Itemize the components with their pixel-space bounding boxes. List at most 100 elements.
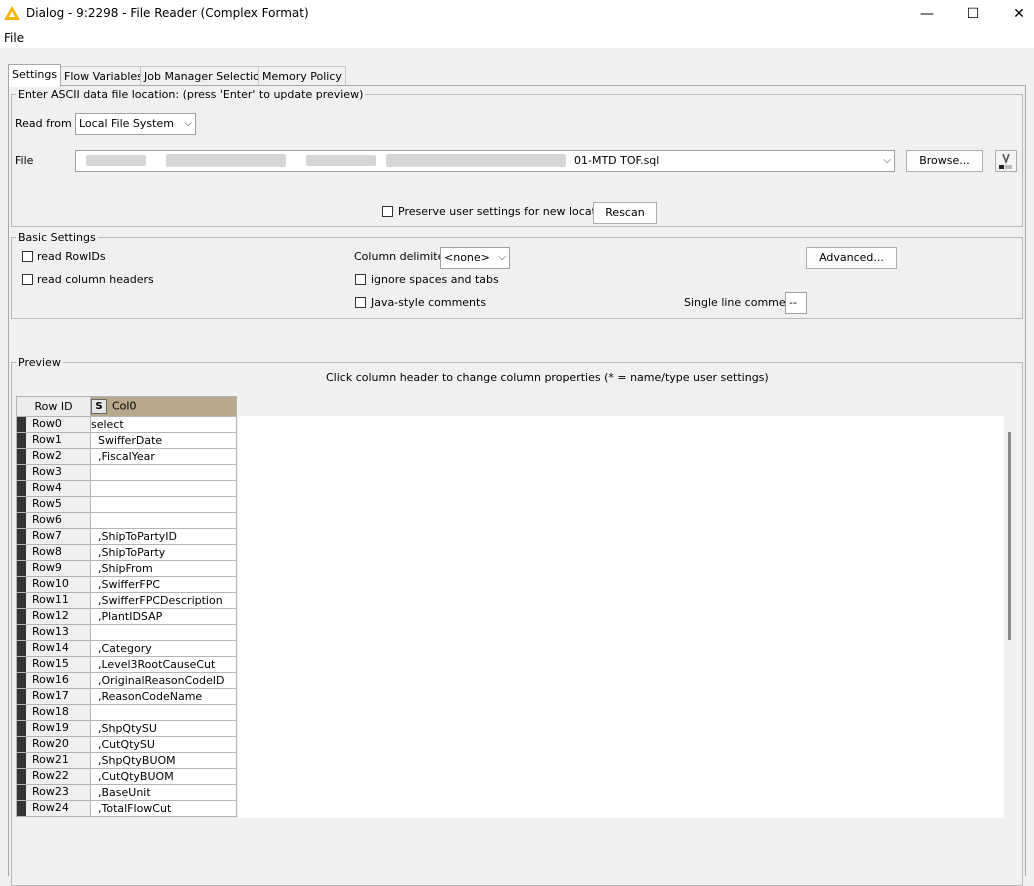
- table-row[interactable]: Row23 ,BaseUnit: [16, 784, 237, 801]
- row-id-cell: Row14: [16, 640, 91, 657]
- read-rowids-checkbox[interactable]: [22, 251, 33, 262]
- row-id-cell: Row19: [16, 720, 91, 737]
- column-delimiter-select[interactable]: <none> ⌵: [440, 247, 510, 269]
- table-row[interactable]: Row10 ,SwifferFPC: [16, 576, 237, 593]
- row-id-cell: Row5: [16, 496, 91, 513]
- row-marker-icon: [17, 753, 26, 768]
- table-row[interactable]: Row4: [16, 480, 237, 497]
- table-row[interactable]: Row19 ,ShpQtySU: [16, 720, 237, 737]
- table-row[interactable]: Row5: [16, 496, 237, 513]
- row-id-text: Row6: [32, 513, 62, 526]
- file-path-input[interactable]: 01-MTD TOF.sql ⌵: [75, 150, 895, 172]
- table-row[interactable]: Row16 ,OriginalReasonCodeID: [16, 672, 237, 689]
- table-row[interactable]: Row2 ,FiscalYear: [16, 448, 237, 465]
- table-row[interactable]: Row20 ,CutQtySU: [16, 736, 237, 753]
- table-row[interactable]: Row9 ,ShipFrom: [16, 560, 237, 577]
- row-id-text: Row14: [32, 641, 69, 654]
- row-id-text: Row20: [32, 737, 69, 750]
- row-id-text: Row18: [32, 705, 69, 718]
- table-row[interactable]: Row0 select: [16, 416, 237, 433]
- row-id-text: Row2: [32, 449, 62, 462]
- row-marker-icon: [17, 641, 26, 656]
- row-id-text: Row19: [32, 721, 69, 734]
- row-marker-icon: [17, 785, 26, 800]
- table-row[interactable]: Row11 ,SwifferFPCDescription: [16, 592, 237, 609]
- preserve-settings-checkbox[interactable]: [382, 206, 393, 217]
- ignore-spaces-label: ignore spaces and tabs: [371, 273, 499, 286]
- table-row[interactable]: Row21 ,ShpQtyBUOM: [16, 752, 237, 769]
- table-row[interactable]: Row15 ,Level3RootCauseCut: [16, 656, 237, 673]
- redacted-path: [86, 155, 146, 166]
- advanced-button[interactable]: Advanced...: [806, 247, 897, 269]
- row-id-cell: Row12: [16, 608, 91, 625]
- redacted-path: [386, 154, 566, 167]
- table-row[interactable]: Row12 ,PlantIDSAP: [16, 608, 237, 625]
- tab-memory-policy[interactable]: Memory Policy: [258, 66, 346, 86]
- table-row[interactable]: Row17 ,ReasonCodeName: [16, 688, 237, 705]
- row-marker-icon: [17, 721, 26, 736]
- table-row[interactable]: Row14 ,Category: [16, 640, 237, 657]
- flow-variable-button[interactable]: [995, 150, 1017, 172]
- row-marker-icon: [17, 657, 26, 672]
- row-id-text: Row23: [32, 785, 69, 798]
- row-value-cell: SwifferDate: [90, 432, 237, 449]
- table-row[interactable]: Row7 ,ShipToPartyID: [16, 528, 237, 545]
- rescan-button[interactable]: Rescan: [593, 202, 657, 224]
- row-value-cell: ,BaseUnit: [90, 784, 237, 801]
- row-value-cell: ,ShipToParty: [90, 544, 237, 561]
- table-row[interactable]: Row8 ,ShipToParty: [16, 544, 237, 561]
- row-id-cell: Row11: [16, 592, 91, 609]
- table-row[interactable]: Row24 ,TotalFlowCut: [16, 800, 237, 817]
- table-row[interactable]: Row13: [16, 624, 237, 641]
- flow-variable-icon: [999, 153, 1012, 169]
- row-value-cell: ,CutQtyBUOM: [90, 768, 237, 785]
- row-id-cell: Row2: [16, 448, 91, 465]
- row-marker-icon: [17, 481, 26, 496]
- preview-footer: [16, 818, 1016, 876]
- row-marker-icon: [17, 449, 26, 464]
- column-delimiter-value: <none>: [444, 251, 490, 264]
- minimize-button[interactable]: —: [904, 0, 950, 28]
- title-bar: Dialog - 9:2298 - File Reader (Complex F…: [0, 0, 1034, 28]
- maximize-button[interactable]: ☐: [950, 0, 996, 28]
- ignore-spaces-checkbox[interactable]: [355, 274, 366, 285]
- row-id-text: Row9: [32, 561, 62, 574]
- java-comments-checkbox[interactable]: [355, 297, 366, 308]
- single-line-comment-label: Single line comment:: [684, 296, 801, 309]
- scrollbar-thumb[interactable]: [1008, 432, 1011, 640]
- col0-column-header[interactable]: S Col0: [90, 396, 237, 417]
- rowid-column-header[interactable]: Row ID: [16, 396, 91, 417]
- tab-settings[interactable]: Settings: [8, 64, 62, 87]
- row-id-cell: Row13: [16, 624, 91, 641]
- row-id-cell: Row21: [16, 752, 91, 769]
- string-type-icon: S: [91, 399, 107, 414]
- table-row[interactable]: Row6: [16, 512, 237, 529]
- row-marker-icon: [17, 737, 26, 752]
- preserve-settings-label: Preserve user settings for new location: [398, 205, 613, 218]
- read-from-select[interactable]: Local File System ⌵: [75, 113, 196, 135]
- row-value-cell: ,ShpQtySU: [90, 720, 237, 737]
- row-id-cell: Row22: [16, 768, 91, 785]
- row-id-text: Row15: [32, 657, 69, 670]
- row-marker-icon: [17, 497, 26, 512]
- row-id-text: Row17: [32, 689, 69, 702]
- table-row[interactable]: Row18: [16, 704, 237, 721]
- row-id-cell: Row0: [16, 416, 91, 433]
- row-id-cell: Row6: [16, 512, 91, 529]
- row-id-cell: Row9: [16, 560, 91, 577]
- table-row[interactable]: Row3: [16, 464, 237, 481]
- row-value-cell: [90, 704, 237, 721]
- tab-flow-variables[interactable]: Flow Variables: [60, 66, 147, 86]
- row-value-cell: ,FiscalYear: [90, 448, 237, 465]
- table-row[interactable]: Row22 ,CutQtyBUOM: [16, 768, 237, 785]
- browse-button[interactable]: Browse...: [906, 150, 983, 172]
- tab-job-manager-selection[interactable]: Job Manager Selection: [140, 66, 271, 86]
- table-row[interactable]: Row1 SwifferDate: [16, 432, 237, 449]
- single-line-comment-input[interactable]: --: [785, 292, 807, 314]
- menu-file[interactable]: File: [4, 31, 24, 45]
- read-column-headers-checkbox[interactable]: [22, 274, 33, 285]
- row-value-cell: ,SwifferFPC: [90, 576, 237, 593]
- close-button[interactable]: ✕: [996, 0, 1034, 28]
- preview-vertical-scrollbar[interactable]: [1004, 416, 1016, 818]
- row-marker-icon: [17, 545, 26, 560]
